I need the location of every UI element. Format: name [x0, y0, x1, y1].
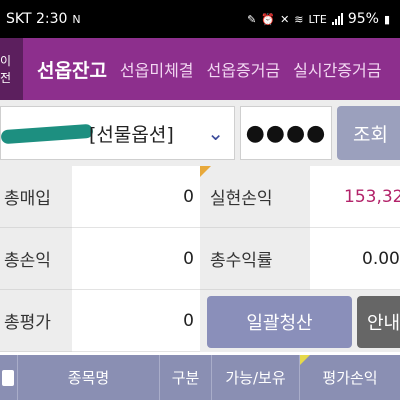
- table-header: 종목명 구분 가능/보유 평가손익: [0, 355, 400, 400]
- account-select[interactable]: [선물옵션] ⌄: [0, 106, 235, 160]
- checkbox-icon: [1, 369, 14, 386]
- total-valuation-label: 총평가: [0, 290, 72, 352]
- alarm-icon: ⏰: [261, 12, 276, 26]
- realized-pnl-value: 153,32: [310, 166, 400, 228]
- total-return-label: 총수익률: [200, 228, 310, 290]
- corner-marker: [300, 355, 310, 365]
- chevron-down-icon: ⌄: [207, 121, 224, 145]
- column-header-pnl[interactable]: 평가손익: [300, 355, 400, 400]
- column-header-label: 평가손익: [322, 369, 378, 387]
- liquidate-all-button[interactable]: 일괄청산: [207, 296, 352, 348]
- account-row: [선물옵션] ⌄ ●●●● 조회: [0, 100, 400, 166]
- total-return-value: 0.00: [310, 228, 400, 290]
- total-valuation-value: 0: [72, 290, 200, 352]
- redacted-account-number: [0, 123, 94, 145]
- tab-prev[interactable]: 이전: [0, 38, 23, 100]
- column-header[interactable]: 가능/보유: [212, 355, 300, 400]
- realized-pnl-label: 실현손익: [210, 189, 273, 209]
- total-purchase-label: 총매입: [0, 166, 72, 228]
- summary-grid: 총매입 0 실현손익 153,32 총손익 0 총수익률 0.00 총평가 0 …: [0, 166, 400, 352]
- select-all-checkbox[interactable]: [0, 355, 18, 400]
- notification-icon: N: [72, 12, 81, 26]
- column-header[interactable]: 종목명: [18, 355, 160, 400]
- tab-realtime-margin[interactable]: 실시간증거금: [293, 57, 381, 81]
- battery-icon: ▮: [383, 12, 390, 26]
- account-type: [선물옵션]: [89, 124, 174, 146]
- tab-futures-unfilled[interactable]: 선옵미체결: [120, 57, 194, 81]
- total-pnl-value: 0: [72, 228, 200, 290]
- column-header[interactable]: 구분: [160, 355, 212, 400]
- wifi-icon: ≋: [294, 12, 304, 26]
- status-bar: SKT 2:30 N ✎ ⏰ ✕ ≋ LTE 95% ▮: [0, 0, 400, 38]
- carrier-time: SKT 2:30: [6, 11, 68, 27]
- password-field[interactable]: ●●●●: [240, 106, 332, 160]
- total-pnl-label: 총손익: [0, 228, 72, 290]
- realized-pnl-cell: 실현손익: [200, 166, 310, 228]
- corner-marker: [200, 166, 211, 177]
- battery-level: 95%: [347, 11, 379, 27]
- query-button[interactable]: 조회: [337, 106, 400, 160]
- tab-futures-margin[interactable]: 선옵증거금: [207, 57, 281, 81]
- lte-icon: LTE: [308, 12, 327, 26]
- tab-futures-balance[interactable]: 선옵잔고: [37, 56, 107, 83]
- tab-bar: 이전 선옵잔고 선옵미체결 선옵증거금 실시간증거금: [0, 38, 400, 100]
- edit-icon: ✎: [247, 12, 257, 26]
- guide-button[interactable]: 안내: [357, 296, 400, 348]
- total-purchase-value: 0: [72, 166, 200, 228]
- mute-icon: ✕: [280, 12, 290, 26]
- signal-icon: [331, 13, 343, 25]
